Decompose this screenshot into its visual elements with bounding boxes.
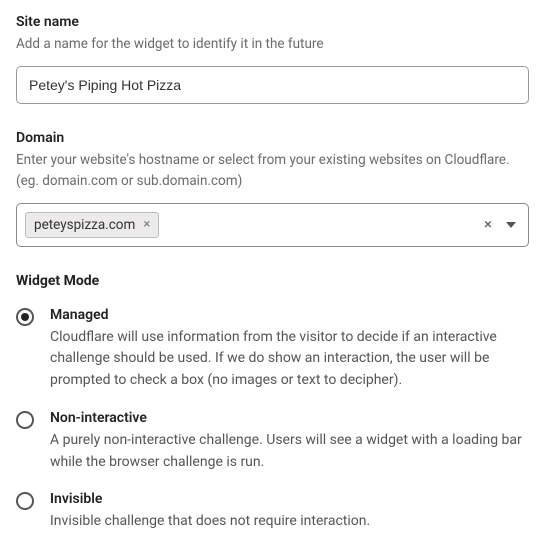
domain-chip-remove-icon[interactable]: × bbox=[143, 218, 150, 231]
radio-body: Non-interactive A purely non-interactive… bbox=[50, 410, 529, 473]
radio-title: Invisible bbox=[50, 491, 529, 507]
domain-chip[interactable]: peteyspizza.com × bbox=[25, 212, 159, 238]
radio-button[interactable] bbox=[16, 492, 34, 510]
domain-select[interactable]: peteyspizza.com × × bbox=[16, 203, 529, 247]
radio-button[interactable] bbox=[16, 308, 34, 326]
radio-description: Cloudflare will use information from the… bbox=[50, 327, 529, 392]
radio-title: Managed bbox=[50, 307, 529, 323]
domain-clear-all-icon[interactable]: × bbox=[484, 217, 492, 232]
radio-body: Invisible Invisible challenge that does … bbox=[50, 491, 529, 533]
domain-chip-text: peteyspizza.com bbox=[34, 217, 135, 233]
site-name-label: Site name bbox=[16, 14, 529, 30]
radio-button[interactable] bbox=[16, 411, 34, 429]
site-name-input[interactable] bbox=[16, 66, 529, 104]
domain-select-controls: × bbox=[484, 217, 520, 232]
radio-description: A purely non-interactive challenge. User… bbox=[50, 430, 529, 473]
widget-mode-section: Widget Mode Managed Cloudflare will use … bbox=[16, 273, 529, 533]
widget-mode-option-non-interactive[interactable]: Non-interactive A purely non-interactive… bbox=[16, 410, 529, 473]
radio-description: Invisible challenge that does not requir… bbox=[50, 511, 529, 533]
radio-title: Non-interactive bbox=[50, 410, 529, 426]
domain-label: Domain bbox=[16, 130, 529, 146]
widget-mode-heading: Widget Mode bbox=[16, 273, 529, 289]
radio-body: Managed Cloudflare will use information … bbox=[50, 307, 529, 392]
widget-mode-option-invisible[interactable]: Invisible Invisible challenge that does … bbox=[16, 491, 529, 533]
site-name-section: Site name Add a name for the widget to i… bbox=[16, 14, 529, 104]
site-name-description: Add a name for the widget to identify it… bbox=[16, 34, 529, 54]
widget-mode-radio-group: Managed Cloudflare will use information … bbox=[16, 307, 529, 533]
chevron-down-icon[interactable] bbox=[506, 222, 516, 228]
widget-mode-option-managed[interactable]: Managed Cloudflare will use information … bbox=[16, 307, 529, 392]
domain-section: Domain Enter your website's hostname or … bbox=[16, 130, 529, 247]
domain-description: Enter your website's hostname or select … bbox=[16, 150, 529, 191]
